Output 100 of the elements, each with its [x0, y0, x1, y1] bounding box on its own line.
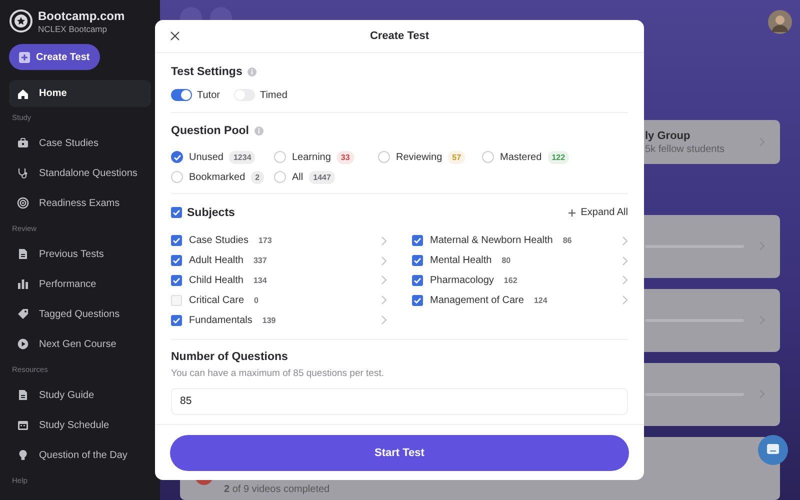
close-button[interactable]: [170, 31, 180, 41]
document-icon: [17, 389, 29, 401]
chevron-right-icon: [380, 236, 388, 246]
subject-count: 162: [504, 276, 518, 285]
count-badge: 122: [548, 150, 570, 164]
subject-count: 139: [262, 316, 276, 325]
subject-label: Critical Care: [189, 294, 244, 306]
subject-count: 124: [534, 296, 548, 305]
target-icon: [17, 197, 29, 209]
checkbox[interactable]: [412, 294, 423, 306]
nav-item[interactable]: Performance: [9, 269, 151, 299]
section-heading: Question Pool: [171, 125, 249, 137]
chevron-right-icon: [621, 275, 629, 286]
progress-text: 2 of 9 videos completed: [224, 484, 330, 495]
option-label: Bookmarked: [189, 172, 246, 182]
subject-label: Fundamentals: [189, 314, 252, 326]
checkbox[interactable]: [412, 274, 423, 286]
subject-count: 134: [253, 276, 267, 285]
toggle-switch[interactable]: [171, 89, 192, 101]
subject-label: Management of Care: [430, 294, 524, 306]
option-label: Unused: [189, 152, 224, 162]
info-icon: [247, 67, 258, 77]
toggle-label: Timed: [260, 90, 288, 100]
option-label: Reviewing: [396, 152, 442, 162]
nav-item[interactable]: Case Studies: [9, 128, 151, 158]
checkbox[interactable]: [412, 255, 423, 266]
subject-label: Adult Health: [189, 255, 244, 266]
play-icon: [17, 338, 29, 350]
brand-name: Bootcamp.com: [38, 8, 125, 22]
radio-button[interactable]: [274, 151, 286, 163]
chevron-right-icon: [380, 315, 388, 326]
radio-button[interactable]: [171, 151, 183, 163]
info-icon: [254, 126, 264, 136]
count-badge: 57: [448, 150, 466, 164]
subject-count: 173: [258, 236, 272, 246]
checkbox[interactable]: [412, 235, 423, 246]
expand-all-button[interactable]: Expand All: [568, 207, 628, 218]
checkbox[interactable]: [171, 274, 182, 286]
subject-count: 80: [502, 256, 511, 266]
nav-item[interactable]: Study Guide: [9, 380, 151, 410]
logo-icon: [9, 9, 33, 33]
subject-label: Mental Health: [430, 255, 492, 266]
modal-title: Create Test: [370, 30, 430, 42]
radio-button[interactable]: [274, 171, 286, 183]
chevron-right-icon: [621, 256, 629, 266]
nav-item[interactable]: Previous Tests: [9, 239, 151, 269]
nav-item[interactable]: Standalone Questions: [9, 158, 151, 188]
subject-label: Maternal & Newborn Health: [430, 235, 553, 246]
nav-item[interactable]: Next Gen Course: [9, 329, 151, 359]
hint-text: You can have a maximum of 85 questions per test.: [171, 368, 385, 379]
chevron-right-icon: [621, 236, 629, 246]
chat-button[interactable]: [758, 435, 788, 465]
create-test-button[interactable]: Create Test: [9, 44, 100, 70]
section-heading: Test Settings: [171, 66, 242, 78]
lightbulb-icon: [17, 449, 29, 461]
count-badge: 1234: [229, 150, 256, 164]
chevron-right-icon: [380, 295, 388, 306]
calendar-icon: [17, 419, 29, 431]
subject-label: Case Studies: [189, 235, 248, 246]
checkbox[interactable]: [171, 235, 182, 246]
checkbox[interactable]: [171, 255, 182, 266]
question-count-field[interactable]: 85: [171, 388, 628, 415]
subject-count: 337: [253, 256, 267, 266]
section-heading: Subjects: [187, 206, 235, 218]
nav-item[interactable]: Home: [9, 80, 151, 107]
avatar-icon: [768, 10, 792, 34]
nav-item[interactable]: Tagged Questions: [9, 299, 151, 329]
card-title: ly Group: [645, 130, 692, 142]
chevron-right-icon: [621, 295, 629, 306]
chevron-right-icon: [380, 275, 388, 286]
subject-count: 86: [562, 236, 572, 246]
home-icon: [17, 88, 29, 100]
count-badge: 33: [336, 150, 354, 164]
option-label: Learning: [292, 152, 331, 162]
radio-button[interactable]: [482, 151, 494, 163]
start-test-button[interactable]: Start Test: [170, 435, 629, 471]
radio-button[interactable]: [171, 171, 183, 183]
nav-item[interactable]: Question of the Day: [9, 440, 151, 470]
nav-item[interactable]: Study Schedule: [9, 410, 151, 440]
checkbox[interactable]: [171, 207, 182, 218]
nav-item[interactable]: Readiness Exams: [9, 188, 151, 218]
toggle-label: Tutor: [197, 90, 220, 100]
subject-count: 0: [254, 296, 258, 305]
radio-button[interactable]: [378, 151, 390, 163]
bar-chart-icon: [17, 278, 29, 290]
stethoscope-icon: [17, 167, 29, 179]
brand-subtitle: NCLEX Bootcamp: [38, 24, 108, 34]
option-label: Mastered: [500, 152, 542, 162]
briefcase-icon: [17, 137, 29, 149]
chat-icon: [766, 443, 780, 457]
section-heading: Number of Questions: [171, 350, 289, 363]
checkbox[interactable]: [171, 314, 182, 326]
document-icon: [17, 248, 29, 260]
plus-icon: [568, 208, 576, 216]
chevron-right-icon: [380, 256, 388, 266]
count-badge: 2: [251, 170, 264, 184]
card-subtitle: 5k fellow students: [645, 144, 726, 155]
subject-label: Pharmacology: [430, 274, 494, 286]
count-badge: 1447: [309, 170, 335, 184]
checkbox[interactable]: [171, 294, 182, 306]
